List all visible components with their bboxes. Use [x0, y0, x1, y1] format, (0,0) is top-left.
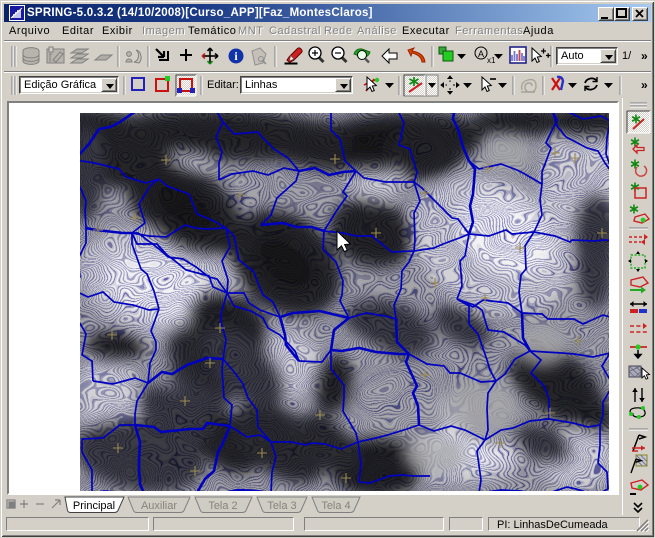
svg-text:x1: x1	[487, 56, 496, 65]
svg-text:Tela 3: Tela 3	[267, 500, 296, 512]
svg-text:Tela 2: Tela 2	[208, 500, 237, 512]
svg-text:Auxiliar: Auxiliar	[141, 500, 177, 512]
svg-text:Principal: Principal	[73, 500, 115, 512]
svg-text:A: A	[478, 49, 484, 59]
svg-text:Tela 4: Tela 4	[321, 500, 350, 512]
